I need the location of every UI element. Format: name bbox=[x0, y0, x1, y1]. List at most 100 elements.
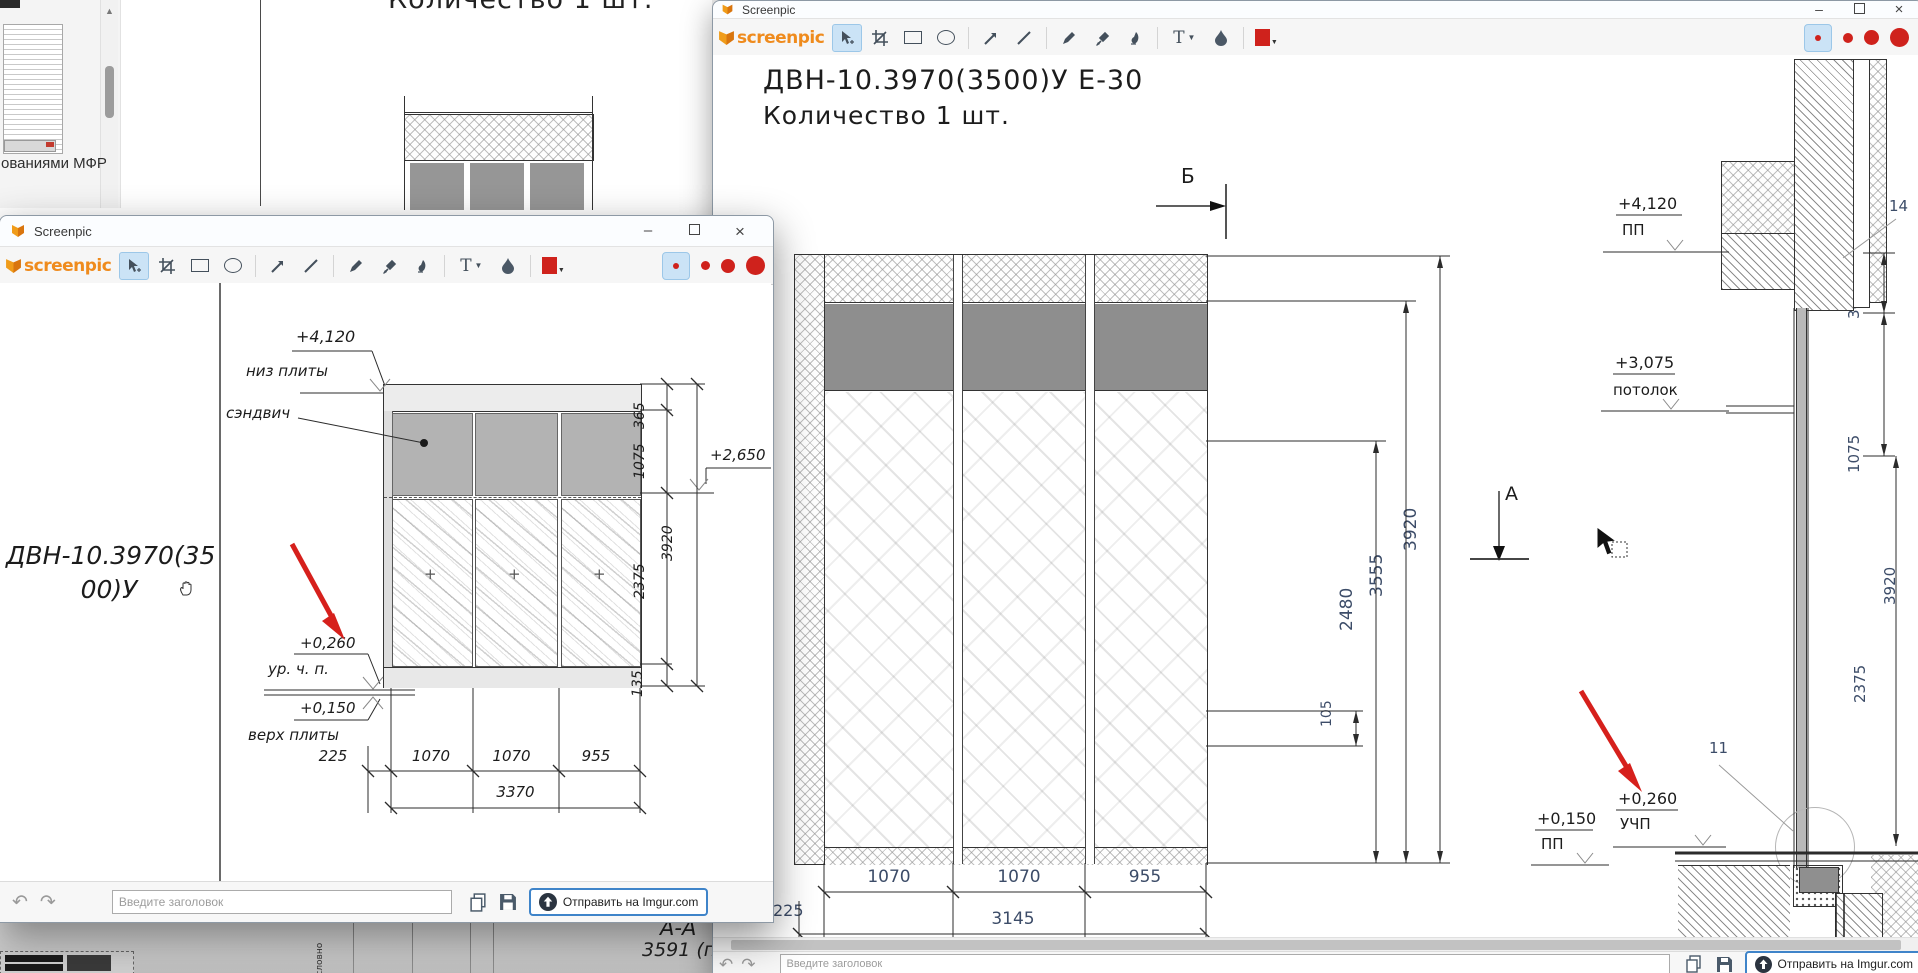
crop-tool[interactable] bbox=[152, 252, 182, 280]
arrow-tool[interactable] bbox=[976, 24, 1006, 52]
bg-drawing-panel bbox=[530, 163, 584, 210]
title-input[interactable] bbox=[111, 890, 452, 914]
minimize-button[interactable]: – bbox=[625, 223, 671, 240]
marker-tool[interactable] bbox=[407, 252, 437, 280]
size-m-button[interactable] bbox=[721, 258, 735, 273]
page-thumbnail[interactable] bbox=[3, 24, 63, 154]
elev-label: ПП bbox=[1622, 221, 1645, 239]
size-s-button[interactable] bbox=[701, 261, 710, 270]
chevron-down-icon: ▼ bbox=[1187, 33, 1196, 42]
upload-imgur-button[interactable]: Отправить на Imgur.com bbox=[1744, 950, 1918, 973]
copy-button[interactable] bbox=[470, 892, 487, 912]
titlebar[interactable]: Screenpic – × bbox=[0, 216, 773, 246]
thumbnail-scrollbar[interactable]: ▲ bbox=[100, 0, 118, 208]
section-marker-b: Б bbox=[1181, 164, 1195, 188]
toolbar-separator bbox=[1046, 26, 1048, 49]
color-swatch bbox=[1254, 29, 1270, 46]
screenpic-logo-icon bbox=[719, 31, 734, 45]
glazing-pane bbox=[475, 499, 558, 667]
scroll-up-icon[interactable]: ▲ bbox=[101, 6, 118, 16]
dim-label-vertical: 135 bbox=[630, 670, 646, 697]
select-move-tool[interactable] bbox=[119, 251, 150, 280]
window-title: Screenpic bbox=[34, 223, 92, 239]
size-xs-button[interactable] bbox=[1804, 23, 1832, 52]
arrow-tool[interactable] bbox=[263, 252, 293, 280]
text-tool[interactable]: T ▼ bbox=[452, 252, 490, 280]
undo-button[interactable]: ↶ bbox=[12, 893, 28, 912]
size-s-button[interactable] bbox=[1843, 32, 1853, 43]
highlighter-tool[interactable] bbox=[374, 252, 404, 280]
color-swatch-tool[interactable]: ▼ bbox=[1251, 24, 1281, 52]
upload-imgur-label: Отправить на Imgur.com bbox=[1777, 957, 1914, 971]
dim-label: 225 bbox=[773, 901, 804, 920]
maximize-icon bbox=[1853, 3, 1865, 14]
annotation-canvas[interactable]: ДВН-10.3970(3500)У Е-30 Количество 1 шт.… bbox=[713, 55, 1918, 939]
maximize-button[interactable] bbox=[671, 223, 717, 240]
annotation-toolbar: screenpic T ▼ ▼ bbox=[713, 18, 1918, 57]
rectangle-tool[interactable] bbox=[898, 24, 928, 52]
drawing-heading: ДВН-10.3970(3500)У Е-30 bbox=[763, 65, 1144, 96]
save-button[interactable] bbox=[1716, 956, 1733, 973]
maximize-button[interactable] bbox=[1839, 2, 1879, 17]
pencil-tool[interactable] bbox=[1054, 24, 1084, 52]
select-move-tool[interactable] bbox=[832, 23, 863, 52]
mullion bbox=[1085, 255, 1095, 864]
size-m-button[interactable] bbox=[1864, 30, 1879, 45]
size-l-button[interactable] bbox=[1890, 28, 1909, 47]
dim-label: 955 bbox=[1128, 867, 1162, 887]
brand-text: screenpic bbox=[737, 27, 825, 48]
size-l-button[interactable] bbox=[746, 256, 765, 275]
pane-center-mark: + bbox=[593, 565, 606, 583]
size-xs-button[interactable] bbox=[662, 251, 690, 280]
copy-button[interactable] bbox=[1685, 955, 1702, 973]
elev-label: низ плиты bbox=[246, 362, 329, 380]
window-title: Screenpic bbox=[742, 2, 796, 17]
rectangle-tool[interactable] bbox=[185, 252, 215, 280]
marker-tool[interactable] bbox=[1120, 24, 1150, 52]
top-hatch-band bbox=[825, 255, 1207, 303]
elev-value: +4,120 bbox=[296, 327, 356, 346]
scrollbar-thumb[interactable] bbox=[731, 940, 1901, 950]
glazing-pane bbox=[392, 499, 473, 667]
text-tool[interactable]: T ▼ bbox=[1165, 24, 1203, 52]
color-swatch-tool[interactable]: ▼ bbox=[538, 252, 568, 280]
dim-label-vertical: 1075 bbox=[1845, 434, 1863, 473]
pencil-tool[interactable] bbox=[341, 252, 371, 280]
save-button[interactable] bbox=[499, 893, 517, 911]
redo-button[interactable]: ↷ bbox=[741, 956, 755, 973]
line-tool[interactable] bbox=[1009, 24, 1039, 52]
highlighter-tool[interactable] bbox=[1087, 24, 1117, 52]
rectangle-icon bbox=[904, 31, 923, 44]
titlebar[interactable]: Screenpic – × bbox=[713, 1, 1918, 18]
close-button[interactable]: × bbox=[1879, 2, 1918, 17]
elev-value: +0,150 bbox=[1537, 809, 1597, 828]
red-arrow-annotation bbox=[289, 542, 345, 640]
bg-drawing-edge bbox=[592, 96, 593, 210]
minimize-button[interactable]: – bbox=[1799, 2, 1839, 17]
crop-tool[interactable] bbox=[865, 24, 895, 52]
redo-button[interactable]: ↷ bbox=[40, 893, 56, 912]
dim-label: 1070 bbox=[867, 867, 911, 887]
ellipse-tool[interactable] bbox=[218, 252, 248, 280]
top-slab-band bbox=[384, 385, 641, 412]
blur-tool[interactable] bbox=[493, 252, 523, 280]
blur-tool[interactable] bbox=[1206, 24, 1236, 52]
chevron-down-icon: ▼ bbox=[557, 267, 565, 274]
ellipse-icon bbox=[224, 258, 243, 273]
upload-imgur-button[interactable]: Отправить на Imgur.com bbox=[528, 888, 709, 916]
close-button[interactable]: × bbox=[717, 223, 763, 240]
elev-value: +0,150 bbox=[300, 699, 356, 717]
color-swatch bbox=[541, 257, 557, 274]
toolbar-separator bbox=[968, 26, 970, 49]
ellipse-tool[interactable] bbox=[931, 24, 961, 52]
undo-button[interactable]: ↶ bbox=[719, 956, 733, 973]
sandwich-panel bbox=[475, 413, 558, 496]
scrollbar-thumb[interactable] bbox=[105, 66, 114, 118]
dim-label-vertical: 3555 bbox=[1367, 553, 1387, 597]
wall-below-floor bbox=[1835, 893, 1883, 939]
horizontal-scrollbar[interactable] bbox=[713, 937, 1918, 952]
line-tool[interactable] bbox=[296, 252, 326, 280]
title-input[interactable] bbox=[779, 954, 1670, 973]
annotation-canvas[interactable]: ДВН-10.3970(35 00)У +4,120 низ плиты сэн… bbox=[0, 283, 771, 881]
dim-label: 1070 bbox=[492, 747, 531, 765]
